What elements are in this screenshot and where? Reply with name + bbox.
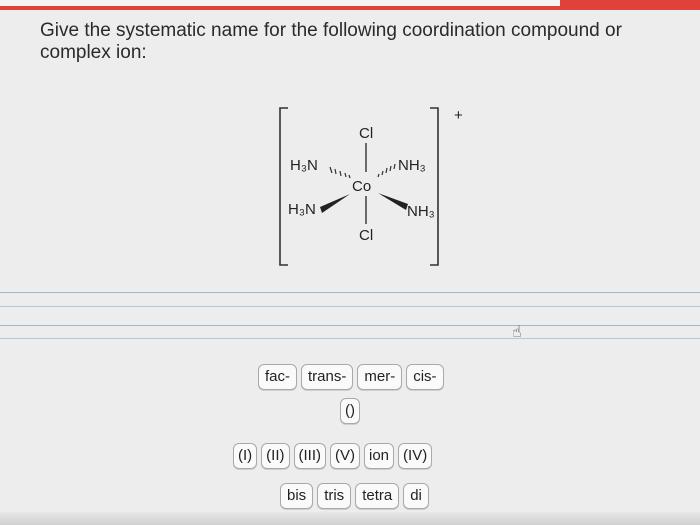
tile-tetra[interactable]: tetra [355, 483, 400, 509]
tile-iii[interactable]: (III) [293, 443, 326, 469]
charge-label: + [454, 107, 463, 124]
tile-fac[interactable]: fac- [258, 364, 298, 390]
top-bar [0, 0, 700, 10]
hand-cursor-icon: ☝ [512, 324, 522, 341]
tile-trans[interactable]: trans- [301, 364, 354, 390]
multiplier-tiles: bis tris tetra di [280, 483, 429, 509]
metal-label: Co [352, 178, 371, 195]
tile-parentheses[interactable]: () [340, 398, 360, 424]
complex-structure-drawing: + Cl Co Cl H₃N NH₃ H₃N NH₃ [279, 107, 463, 266]
tile-v[interactable]: (V) [330, 443, 360, 469]
paren-tiles: () [340, 398, 360, 424]
question-text: Give the systematic name for the followi… [40, 20, 622, 63]
tile-bis[interactable]: bis [280, 483, 314, 509]
divider-line [0, 338, 700, 339]
divider-line [0, 292, 700, 293]
tile-di[interactable]: di [403, 483, 429, 509]
tile-ii[interactable]: (II) [261, 443, 290, 469]
ligand-lower-right: NH₃ [407, 203, 435, 220]
bottom-edge [0, 512, 700, 525]
tile-i[interactable]: (I) [233, 443, 258, 469]
ligand-bottom: Cl [359, 227, 373, 244]
complex-structure: + Cl Co Cl H₃N NH₃ H₃N NH₃ [270, 100, 480, 280]
tile-ion[interactable]: ion [364, 443, 395, 469]
tile-cis[interactable]: cis- [406, 364, 444, 390]
divider-line [0, 325, 700, 326]
ligand-upper-right: NH₃ [398, 157, 426, 174]
tile-iv[interactable]: (IV) [398, 443, 433, 469]
tile-mer[interactable]: mer- [357, 364, 403, 390]
prefix-tiles: fac- trans- mer- cis- [258, 364, 444, 390]
ligand-upper-left: H₃N [290, 157, 318, 174]
ligand-top: Cl [359, 125, 373, 142]
numeral-tiles: (I) (II) (III) (V) ion (IV) [233, 443, 433, 469]
divider-line [0, 306, 700, 307]
ligand-lower-left: H₃N [288, 201, 316, 218]
tile-tris[interactable]: tris [317, 483, 352, 509]
